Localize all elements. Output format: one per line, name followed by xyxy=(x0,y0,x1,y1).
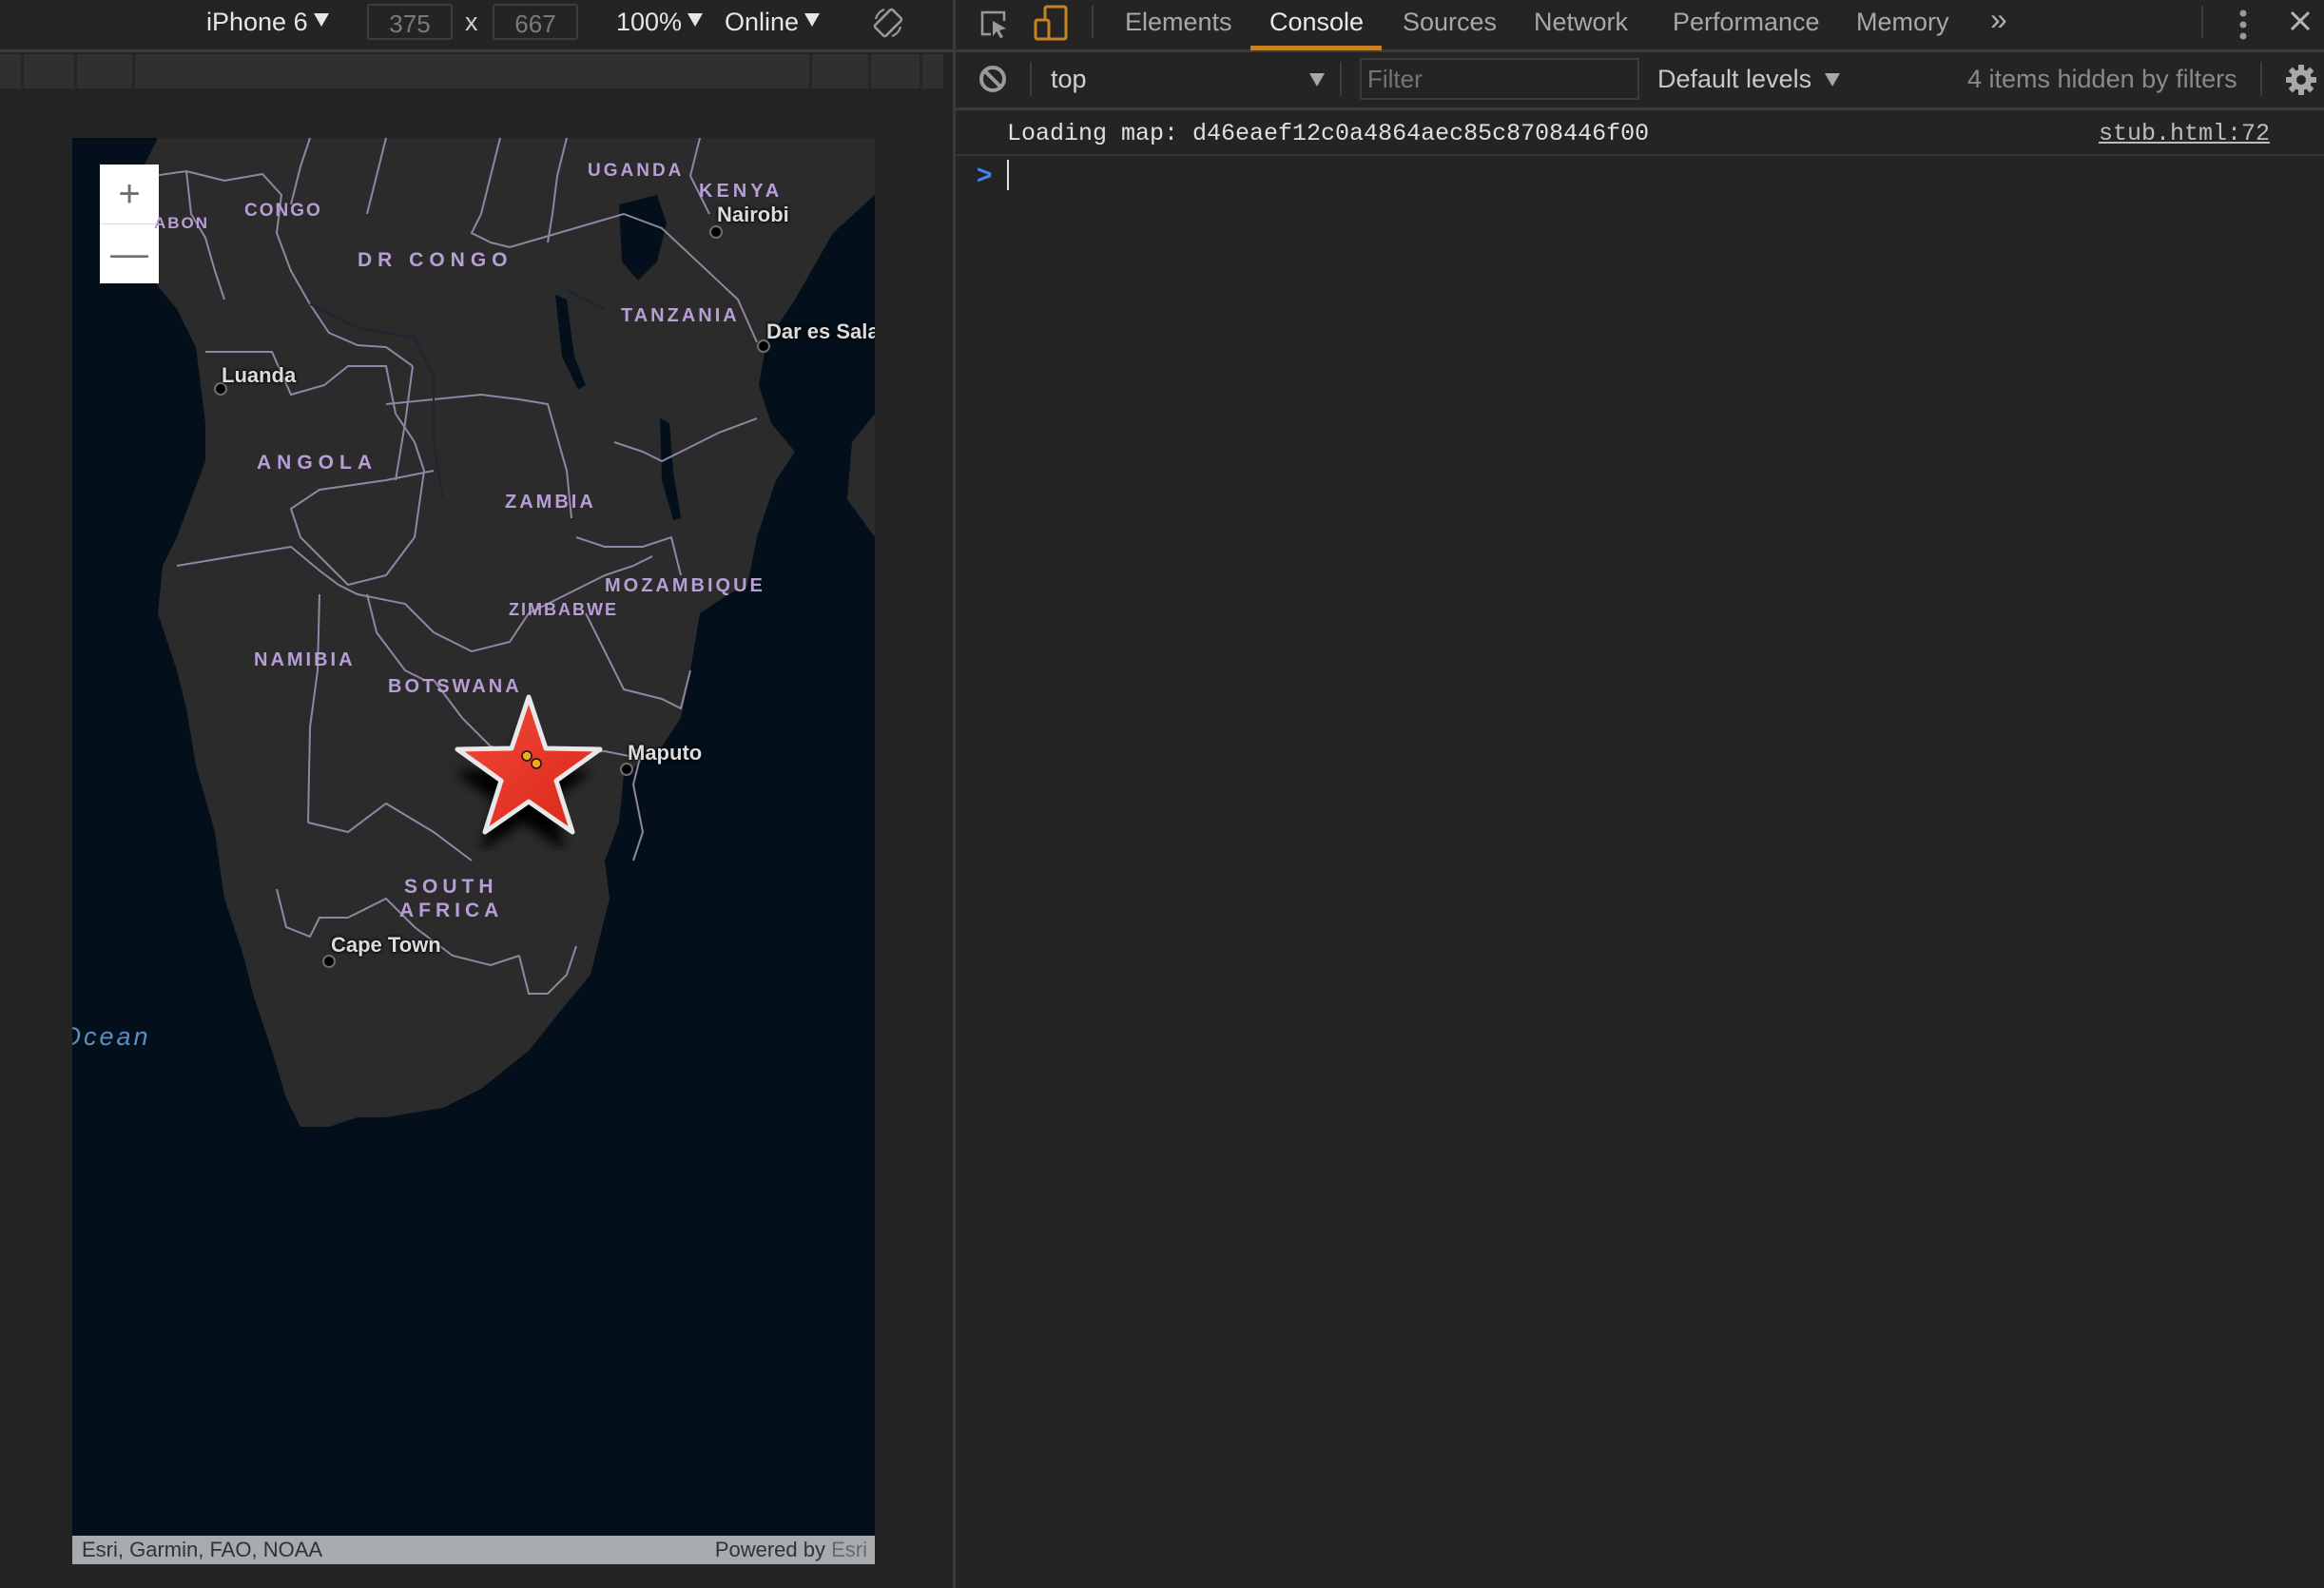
label-namibia: NAMIBIA xyxy=(254,649,356,670)
toolbar-divider xyxy=(2201,6,2203,38)
map-attribution: Esri, Garmin, FAO, NOAA Powered by Esri xyxy=(72,1536,875,1564)
label-dr-congo: DR CONGO xyxy=(358,249,513,271)
hidden-items-info: 4 items hidden by filters xyxy=(1967,65,2237,93)
devtools-panel: Elements Console Sources Network Perform… xyxy=(953,0,2324,1588)
label-zimbabwe: ZIMBABWE xyxy=(509,600,618,619)
label-gabon: ABON xyxy=(154,214,210,232)
toolbar-divider xyxy=(2260,62,2262,96)
city-dar-es-salaam: Dar es Sala xyxy=(766,320,875,343)
zoom-out-button[interactable]: — xyxy=(100,224,159,283)
media-query-segment[interactable] xyxy=(868,54,871,88)
zoom-value: 100% xyxy=(616,8,683,36)
attribution-sources: Esri, Garmin, FAO, NOAA xyxy=(82,1538,323,1561)
dropdown-caret-icon xyxy=(1825,73,1840,87)
land-africa xyxy=(129,138,875,1127)
dropdown-caret-icon xyxy=(313,13,329,27)
tab-elements[interactable]: Elements xyxy=(1125,8,1232,37)
label-angola: ANGOLA xyxy=(257,452,378,474)
point-marker xyxy=(521,750,533,762)
media-query-bar[interactable] xyxy=(0,54,943,88)
label-kenya: KENYA xyxy=(699,181,784,202)
dropdown-caret-icon xyxy=(804,13,821,27)
network-value: Online xyxy=(725,8,800,36)
label-south-africa-line2: AFRICA xyxy=(399,900,504,921)
city-maputo: Maputo xyxy=(628,741,703,765)
device-toolbar: iPhone 6 375 x 667 100% Online xyxy=(0,0,953,52)
basemap xyxy=(129,138,875,1127)
console-toolbar: top Default levels 4 items hidden by fil… xyxy=(956,52,2324,110)
rotate-icon[interactable] xyxy=(871,6,905,40)
tab-memory[interactable]: Memory xyxy=(1856,8,1949,37)
dropdown-caret-icon xyxy=(1309,73,1325,87)
text-cursor xyxy=(1007,160,1009,190)
label-ocean: Ocean xyxy=(72,1022,151,1051)
device-emulation-pane: iPhone 6 375 x 667 100% Online + — ABON … xyxy=(0,0,953,1588)
toolbar-divider xyxy=(1092,6,1094,38)
land-madagascar xyxy=(847,414,875,537)
log-levels-select[interactable]: Default levels xyxy=(1657,52,1848,107)
toolbar-divider xyxy=(1340,62,1342,96)
log-message: Loading map: d46eaef12c0a4864aec85c87084… xyxy=(1007,120,1650,147)
label-uganda: UGANDA xyxy=(588,161,685,181)
tab-network[interactable]: Network xyxy=(1534,8,1628,37)
city-cape-town: Cape Town xyxy=(331,933,441,957)
powered-by-text: Powered by xyxy=(714,1538,832,1561)
console-settings-gear-icon[interactable] xyxy=(2285,64,2317,96)
console-input[interactable] xyxy=(1013,156,2291,196)
powered-by: Powered by Esri xyxy=(715,1536,867,1564)
media-query-segment[interactable] xyxy=(920,54,922,88)
devtools-tab-bar: Elements Console Sources Network Perform… xyxy=(956,0,2324,52)
map-zoom-control: + — xyxy=(100,165,159,283)
media-query-segment[interactable] xyxy=(809,54,812,88)
label-south-africa-line1: SOUTH xyxy=(404,876,498,898)
media-query-segment[interactable] xyxy=(74,54,77,88)
log-source-link[interactable]: stub.html:72 xyxy=(2099,120,2270,147)
device-name: iPhone 6 xyxy=(206,8,308,36)
tab-console[interactable]: Console xyxy=(1269,8,1364,37)
city-dot-nairobi xyxy=(709,225,723,239)
media-query-segment[interactable] xyxy=(132,54,135,88)
zoom-in-button[interactable]: + xyxy=(100,165,159,223)
device-select[interactable]: iPhone 6 xyxy=(206,8,329,37)
label-congo: CONGO xyxy=(244,201,322,221)
device-toolbar-toggle-icon[interactable] xyxy=(1034,5,1068,43)
city-luanda: Luanda xyxy=(222,363,297,387)
label-tanzania: TANZANIA xyxy=(621,305,740,326)
media-query-segment[interactable] xyxy=(21,54,24,88)
map-view[interactable]: + — ABON CONGO DR CONGO UGANDA KENYA TAN… xyxy=(72,138,875,1564)
height-input[interactable]: 667 xyxy=(493,4,578,40)
console-prompt-icon: > xyxy=(977,160,993,189)
label-zambia: ZAMBIA xyxy=(505,492,596,513)
label-mozambique: MOZAMBIQUE xyxy=(605,575,765,596)
tab-performance[interactable]: Performance xyxy=(1673,8,1820,37)
log-levels-value: Default levels xyxy=(1657,65,1812,93)
more-options-icon[interactable] xyxy=(2237,8,2249,42)
more-tabs-button[interactable]: » xyxy=(1990,2,2007,37)
toolbar-divider xyxy=(1030,62,1032,96)
zoom-select[interactable]: 100% xyxy=(616,8,704,37)
active-tab-indicator xyxy=(1250,46,1382,50)
esri-link[interactable]: Esri xyxy=(831,1538,867,1561)
context-value: top xyxy=(1051,65,1087,93)
dropdown-caret-icon xyxy=(688,13,704,27)
width-input[interactable]: 375 xyxy=(367,4,453,40)
point-marker xyxy=(531,758,542,769)
tab-sources[interactable]: Sources xyxy=(1403,8,1497,37)
context-select[interactable]: top xyxy=(1051,52,1327,107)
clear-console-icon[interactable] xyxy=(978,64,1008,94)
city-nairobi: Nairobi xyxy=(717,203,789,226)
console-log-entry: Loading map: d46eaef12c0a4864aec85c87084… xyxy=(956,110,2324,156)
dimension-separator: x xyxy=(465,8,478,36)
console-filter-input[interactable] xyxy=(1360,58,1639,100)
inspect-element-icon[interactable] xyxy=(978,8,1010,40)
close-icon[interactable] xyxy=(2289,10,2312,32)
network-throttle-select[interactable]: Online xyxy=(725,8,821,37)
star-marker[interactable] xyxy=(448,689,610,851)
